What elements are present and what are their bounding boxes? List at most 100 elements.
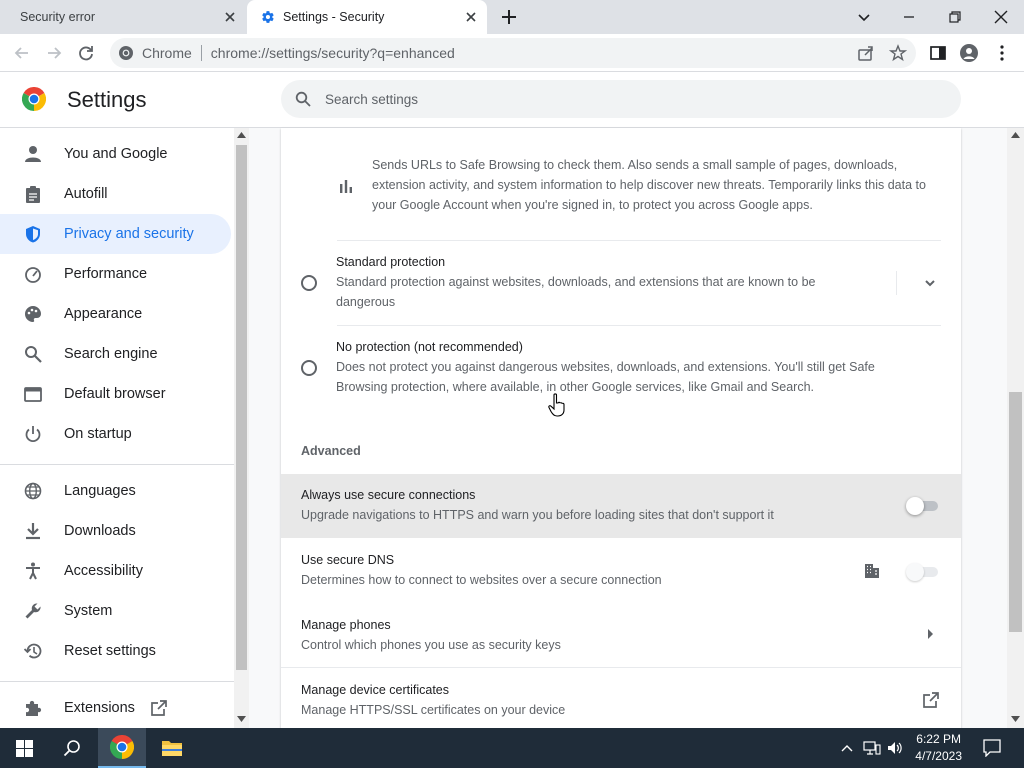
tab-security-error[interactable]: Security error <box>0 0 246 34</box>
restore-icon[interactable] <box>946 8 964 26</box>
close-tab-icon[interactable] <box>463 9 479 25</box>
taskbar-file-explorer-icon[interactable] <box>148 728 196 768</box>
show-hidden-icons-chevron-icon[interactable] <box>837 728 857 768</box>
settings-main: Sends URLs to Safe Browsing to check the… <box>249 128 1007 728</box>
taskbar-search-icon[interactable] <box>48 728 96 768</box>
main-scrollbar[interactable] <box>1007 128 1024 728</box>
search-icon <box>295 91 311 107</box>
tab-search-chevron-icon[interactable] <box>855 8 873 26</box>
clipboard-icon <box>24 185 42 203</box>
clock-date: 4/7/2023 <box>915 749 962 763</box>
sidebar-item-privacy-and-security[interactable]: Privacy and security <box>0 214 231 254</box>
no-protection-radio[interactable] <box>301 360 317 376</box>
secure-dns-description: Determines how to connect to websites ov… <box>301 573 662 587</box>
accessibility-icon <box>24 562 42 580</box>
sidebar-item-label: Search engine <box>64 346 158 362</box>
profile-avatar-icon[interactable] <box>960 44 978 62</box>
settings-sidebar: You and Google Autofill Privacy and secu… <box>0 128 234 728</box>
sidebar-item-label: Languages <box>64 483 136 499</box>
sidebar-item-accessibility[interactable]: Accessibility <box>0 551 231 591</box>
action-center-notification-icon[interactable] <box>976 728 1008 768</box>
network-icon[interactable] <box>860 728 884 768</box>
scroll-up-arrow-icon[interactable] <box>1011 132 1020 138</box>
no-protection-title: No protection (not recommended) <box>336 340 523 354</box>
secure-dns-title: Use secure DNS <box>301 553 395 567</box>
share-icon[interactable] <box>857 44 875 62</box>
reload-icon[interactable] <box>76 43 96 63</box>
taskbar-chrome-icon[interactable] <box>98 728 146 768</box>
sidebar-item-appearance[interactable]: Appearance <box>0 294 231 334</box>
bookmark-star-icon[interactable] <box>889 44 907 62</box>
scroll-up-arrow-icon[interactable] <box>237 132 246 138</box>
search-placeholder: Search settings <box>325 91 419 107</box>
forward-arrow-icon[interactable] <box>44 43 64 63</box>
secure-dns-toggle[interactable] <box>906 563 938 581</box>
open-in-new-icon <box>150 699 168 717</box>
windows-start-icon[interactable] <box>0 728 48 768</box>
mouse-cursor-hand-icon <box>548 393 566 417</box>
sidebar-item-search-engine[interactable]: Search engine <box>0 334 231 374</box>
shield-icon <box>24 225 42 243</box>
sidebar-item-label: You and Google <box>64 146 168 162</box>
sidebar-item-default-browser[interactable]: Default browser <box>0 374 231 414</box>
enhanced-protection-description: Sends URLs to Safe Browsing to check the… <box>372 158 926 212</box>
sidebar-scrollbar-thumb[interactable] <box>236 145 247 670</box>
volume-icon[interactable] <box>884 728 906 768</box>
site-chip[interactable]: Chrome <box>110 45 192 61</box>
manage-certificates-description: Manage HTTPS/SSL certificates on your de… <box>301 703 566 717</box>
sidebar-scrollbar[interactable] <box>234 128 249 728</box>
close-tab-icon[interactable] <box>222 9 238 25</box>
row-divider <box>337 240 941 241</box>
taskbar-clock[interactable]: 6:22 PM 4/7/2023 <box>915 731 962 765</box>
sidebar-item-languages[interactable]: Languages <box>0 471 231 511</box>
main-scrollbar-thumb[interactable] <box>1009 392 1022 632</box>
sidebar-item-downloads[interactable]: Downloads <box>0 511 231 551</box>
enterprise-building-icon <box>864 563 880 579</box>
kebab-menu-icon[interactable] <box>993 44 1011 62</box>
windows-taskbar: 6:22 PM 4/7/2023 <box>0 728 1024 768</box>
sidebar-item-label: Downloads <box>64 523 136 539</box>
always-use-secure-connections-row[interactable]: Always use secure connections Upgrade na… <box>281 474 961 538</box>
tab-settings-security[interactable]: Settings - Security <box>247 0 487 34</box>
standard-protection-radio[interactable] <box>301 275 317 291</box>
sidebar-divider <box>0 464 234 465</box>
manage-certificates-row[interactable]: Manage device certificates Manage HTTPS/… <box>281 669 961 728</box>
secure-connections-toggle[interactable] <box>906 497 938 515</box>
scroll-down-arrow-icon[interactable] <box>237 716 246 722</box>
sidebar-item-performance[interactable]: Performance <box>0 254 231 294</box>
puzzle-icon <box>24 699 42 717</box>
advanced-heading: Advanced <box>301 444 361 458</box>
settings-header: Settings Search settings <box>0 72 1024 128</box>
sidebar-item-label: Default browser <box>64 386 166 402</box>
reset-history-icon <box>24 642 42 660</box>
search-settings-input[interactable]: Search settings <box>281 80 961 118</box>
new-tab-plus-icon[interactable] <box>500 8 518 26</box>
side-panel-icon[interactable] <box>929 44 947 62</box>
tab-title: Security error <box>20 10 96 24</box>
sidebar-item-label: Appearance <box>64 306 143 322</box>
address-bar[interactable]: Chrome chrome://settings/security?q=enha… <box>110 38 916 68</box>
sidebar-item-reset-settings[interactable]: Reset settings <box>0 631 231 671</box>
close-window-icon[interactable] <box>992 8 1010 26</box>
scroll-down-arrow-icon[interactable] <box>1011 716 1020 722</box>
omnibox-separator <box>200 45 202 61</box>
sidebar-item-you-and-google[interactable]: You and Google <box>0 134 231 174</box>
sidebar-item-autofill[interactable]: Autofill <box>0 174 231 214</box>
back-arrow-icon[interactable] <box>12 43 32 63</box>
bar-chart-icon <box>339 179 353 193</box>
sidebar-item-extensions[interactable]: Extensions <box>0 688 231 728</box>
manage-phones-row[interactable]: Manage phones Control which phones you u… <box>281 604 961 668</box>
speedometer-icon <box>24 265 42 283</box>
sidebar-item-label: System <box>64 603 113 619</box>
row-divider <box>281 667 961 668</box>
tab-strip: Security error Settings - Security <box>0 0 1024 34</box>
sidebar-item-system[interactable]: System <box>0 591 231 631</box>
url-text[interactable]: chrome://settings/security?q=enhanced <box>211 45 455 61</box>
sidebar-item-on-startup[interactable]: On startup <box>0 414 231 454</box>
sidebar-item-label: Performance <box>64 266 148 282</box>
minimize-icon[interactable] <box>900 8 918 26</box>
manage-certificates-title: Manage device certificates <box>301 683 449 697</box>
manage-phones-title: Manage phones <box>301 618 391 632</box>
chevron-down-icon[interactable] <box>923 276 937 290</box>
standard-protection-title: Standard protection <box>336 255 446 269</box>
